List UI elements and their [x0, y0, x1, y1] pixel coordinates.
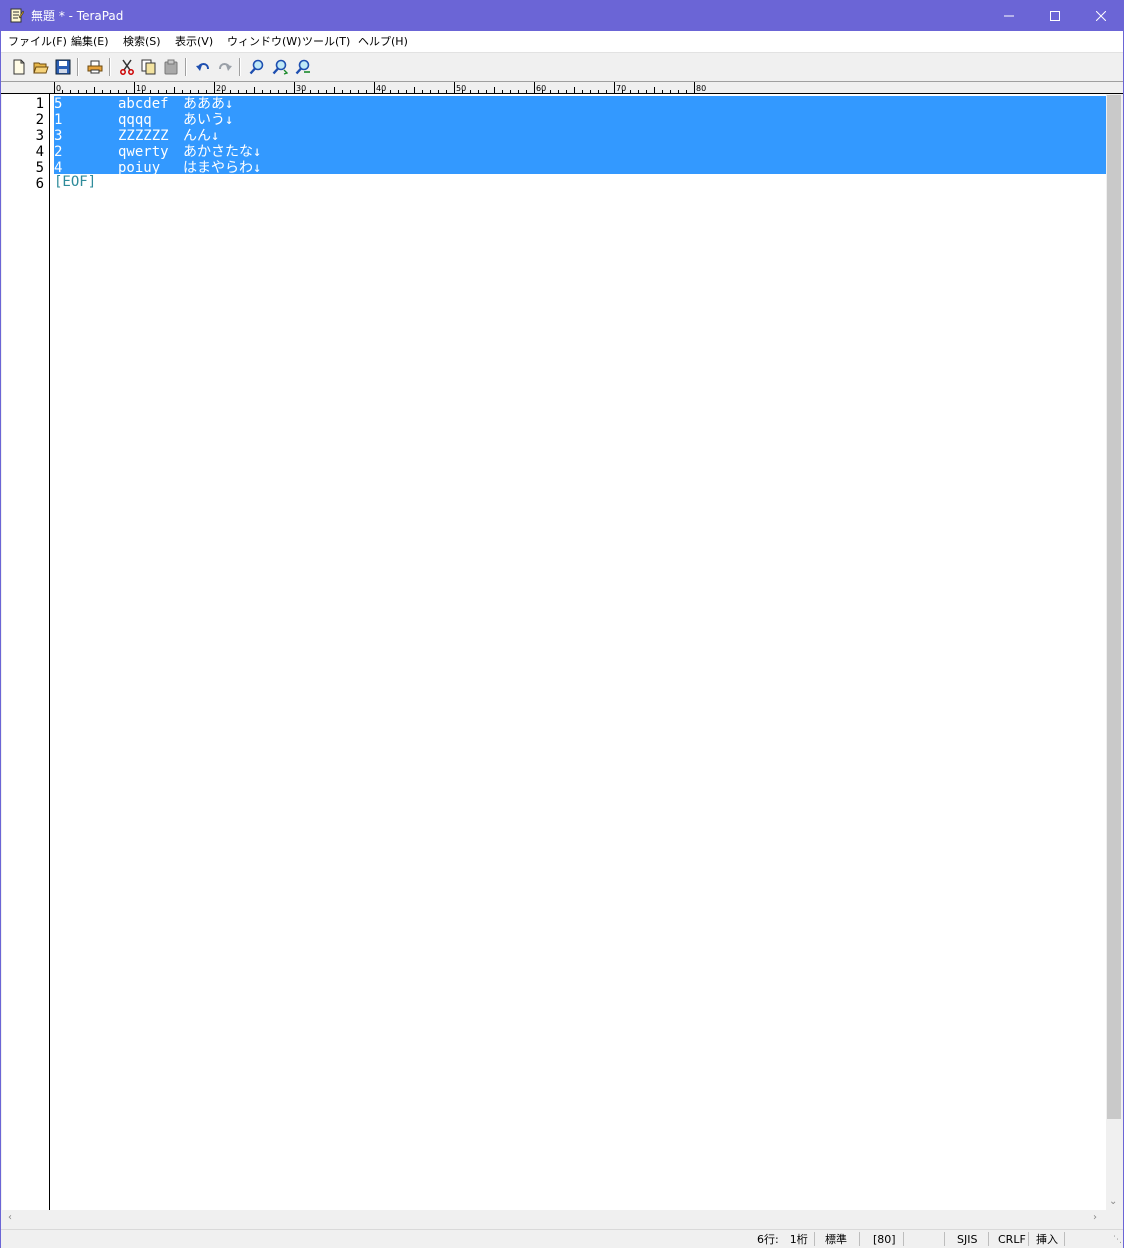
line-col2: poiuy [118, 160, 161, 176]
status-separator [903, 1232, 904, 1246]
title-bar: 無題 * - TeraPad [1, 1, 1123, 31]
window-title: 無題 * - TeraPad [31, 9, 124, 23]
toolbar-separator [239, 58, 241, 76]
line-col3: あああ↓ [183, 96, 234, 112]
column-ruler: 0 10 20 30 40 50 60 70 80 [1, 81, 1123, 94]
eof-marker: [EOF] [54, 174, 97, 190]
status-line-ending: CRLF [998, 1233, 1026, 1246]
ruler-ticks: 0 10 20 30 40 50 60 70 80 [1, 82, 1123, 94]
ruler-label: 70 [616, 84, 626, 93]
ruler-label: 80 [696, 84, 706, 93]
line-col1: 2 [54, 144, 63, 160]
line-col3: あいう↓ [183, 112, 234, 128]
maximize-button[interactable] [1032, 1, 1078, 31]
line-number-gutter: 1 2 3 4 5 6 [2, 94, 50, 1210]
terapad-app-icon [10, 8, 25, 23]
menu-bar: ファイル(F) 編集(E) 検索(S) 表示(V) ウィンドウ(W) ツール(T… [1, 31, 1123, 53]
text-line[interactable]: 5 abcdef あああ↓ [54, 96, 233, 112]
menu-help[interactable]: ヘルプ(H) [358, 34, 408, 49]
line-col1: 3 [54, 128, 63, 144]
menu-tools[interactable]: ツール(T) [302, 34, 350, 49]
line-col2: abcdef [118, 96, 169, 112]
ruler-label: 10 [136, 84, 146, 93]
status-separator [859, 1232, 860, 1246]
minimize-button[interactable] [986, 1, 1032, 31]
status-separator [944, 1232, 945, 1246]
toolbar [1, 53, 1123, 81]
terapad-window: 無題 * - TeraPad ファイル(F) 編集(E) 検索(S) 表示(V)… [0, 0, 1124, 1248]
save-button[interactable] [53, 57, 73, 77]
ruler-label: 60 [536, 84, 546, 93]
line-col2: qwerty [118, 144, 169, 160]
text-line[interactable]: 1 qqqq あいう↓ [54, 112, 233, 128]
editor-area[interactable]: 1 2 3 4 5 6 5 abcdef あああ↓ 1 qqqq あいう↓ 3 … [2, 94, 1106, 1210]
menu-file[interactable]: ファイル(F) [8, 34, 67, 49]
cursor-position: 6行: 1桁 [757, 1233, 808, 1246]
line-number: 3 [35, 128, 44, 144]
line-number: 4 [35, 144, 44, 160]
toolbar-separator [77, 58, 79, 76]
line-col3: んん↓ [183, 128, 220, 144]
line-number: 1 [35, 96, 44, 112]
menu-edit[interactable]: 編集(E) [71, 34, 109, 49]
print-button[interactable] [85, 57, 105, 77]
line-col3: はまやらわ↓ [183, 160, 262, 176]
resize-grip-icon[interactable]: ⋱ [1113, 1234, 1122, 1247]
redo-button[interactable] [215, 57, 235, 77]
ruler-label: 0 [56, 84, 61, 93]
text-line[interactable]: 2 qwerty あかさたな↓ [54, 144, 261, 160]
find-prev-button[interactable] [293, 57, 313, 77]
status-mode: 標準 [825, 1233, 847, 1246]
status-encoding: SJIS [957, 1233, 978, 1246]
open-file-button[interactable] [31, 57, 51, 77]
vertical-scroll-thumb[interactable] [1107, 95, 1121, 1119]
scroll-right-arrow-icon[interactable]: › [1093, 1213, 1097, 1223]
line-number: 5 [35, 160, 44, 176]
status-wrap-width: [80] [873, 1233, 896, 1246]
cut-button[interactable] [117, 57, 137, 77]
ruler-label: 50 [456, 84, 466, 93]
menu-view[interactable]: 表示(V) [175, 34, 213, 49]
ruler-label: 20 [216, 84, 226, 93]
toolbar-separator [185, 58, 187, 76]
ruler-label: 40 [376, 84, 386, 93]
line-col3: あかさたな↓ [183, 144, 262, 160]
menu-window[interactable]: ウィンドウ(W) [227, 34, 301, 49]
status-separator [814, 1232, 815, 1246]
line-col2: ZZZZZZ [118, 128, 169, 144]
status-separator [1064, 1232, 1065, 1246]
undo-button[interactable] [193, 57, 213, 77]
text-line[interactable]: 3 ZZZZZZ んん↓ [54, 128, 219, 144]
find-next-button[interactable] [270, 57, 290, 77]
menu-search[interactable]: 検索(S) [123, 34, 161, 49]
status-separator [1028, 1232, 1029, 1246]
horizontal-scrollbar[interactable]: ‹ › [2, 1210, 1106, 1227]
line-col1: 1 [54, 112, 63, 128]
text-area[interactable]: 5 abcdef あああ↓ 1 qqqq あいう↓ 3 ZZZZZZ んん↓ 2… [51, 94, 1106, 1210]
status-separator [988, 1232, 989, 1246]
status-bar: 6行: 1桁 標準 [80] SJIS CRLF 挿入 ⋱ [1, 1229, 1123, 1248]
copy-button[interactable] [139, 57, 159, 77]
scroll-left-arrow-icon[interactable]: ‹ [8, 1213, 12, 1223]
status-insert-mode: 挿入 [1036, 1233, 1058, 1246]
line-number: 6 [35, 176, 44, 192]
find-button[interactable] [247, 57, 267, 77]
close-button[interactable] [1078, 1, 1124, 31]
line-col2: qqqq [118, 112, 152, 128]
ruler-label: 30 [296, 84, 306, 93]
new-file-button[interactable] [9, 57, 29, 77]
scroll-down-arrow-icon[interactable]: ⌄ [1109, 1197, 1117, 1207]
line-col1: 5 [54, 96, 63, 112]
toolbar-separator [109, 58, 111, 76]
paste-button[interactable] [161, 57, 181, 77]
line-number: 2 [35, 112, 44, 128]
